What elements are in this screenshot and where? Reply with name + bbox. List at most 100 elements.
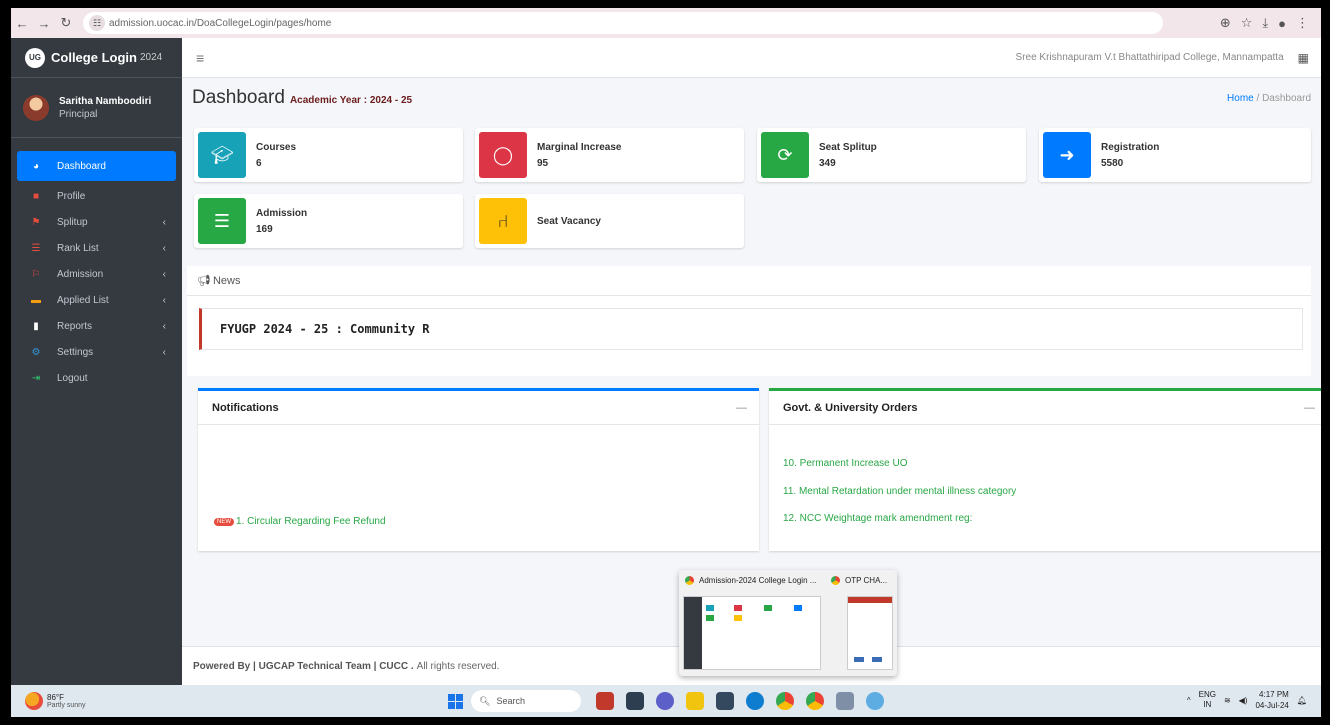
windows-start-icon[interactable] [448, 694, 463, 709]
brand[interactable]: UG College Login 2024 [11, 38, 182, 78]
sidebar-item-label: Logout [57, 372, 88, 384]
weather-desc: Partly sunny [47, 702, 86, 709]
order-link[interactable]: 11. Mental Retardation under mental illn… [783, 486, 1016, 497]
sidebar-item-label: Rank List [57, 242, 99, 254]
chrome-icon[interactable] [806, 692, 824, 710]
collapse-icon[interactable]: — [1304, 402, 1315, 414]
chat-icon[interactable] [656, 692, 674, 710]
sidebar-item-label: Applied List [57, 294, 109, 306]
sidebar-item-reports[interactable]: ▮ Reports ‹ [17, 313, 176, 339]
circle-notch-icon: ◯ [479, 132, 527, 178]
sidebar-item-splitup[interactable]: ⚑ Splitup ‹ [17, 209, 176, 235]
taskbar: 86°F Partly sunny 🔍︎ Search ^ ENG IN ≋ ◀… [11, 685, 1321, 717]
sidebar-item-label: Dashboard [57, 160, 106, 172]
preview-tab-2[interactable]: OTP CHA... [831, 576, 887, 585]
page-title: Dashboard [192, 87, 285, 108]
clock-time: 4:17 PM [1259, 690, 1289, 699]
sidebar-item-admission[interactable]: ⚐ Admission ‹ [17, 261, 176, 287]
dashboard-icon: ◕ [32, 160, 40, 172]
weather-temp: 86°F [47, 693, 64, 702]
taskbar-apps [596, 692, 884, 710]
wifi-icon[interactable]: ≋ [1224, 696, 1231, 705]
gear-icon: ⚙ [31, 346, 41, 358]
box-label: Courses [256, 141, 297, 153]
preview-tab-1[interactable]: Admission-2024 College Login ... [685, 576, 816, 585]
profile-icon[interactable]: ● [1278, 16, 1286, 31]
file-icon: ▮ [33, 320, 39, 332]
box-value: 6 [256, 157, 262, 169]
news-ticker[interactable]: FYUGP 2024 - 25 : Community R [199, 308, 1303, 350]
clock[interactable]: 4:17 PM 04-Jul-24 [1255, 689, 1288, 711]
info-box-seat-splitup[interactable]: ⟳ Seat Splitup 349 [757, 128, 1026, 182]
card-title: Notifications [212, 401, 279, 414]
preview-thumbnail[interactable] [683, 596, 821, 670]
hamburger-menu-icon[interactable]: ≡ [196, 50, 204, 66]
box-value: 95 [537, 157, 549, 169]
app-icon[interactable] [836, 692, 854, 710]
download-icon[interactable]: ⤓ [1262, 15, 1268, 31]
volume-icon[interactable]: ◀) [1239, 696, 1248, 705]
chrome-icon [831, 576, 840, 585]
order-link[interactable]: 10. Permanent Increase UO [783, 458, 908, 469]
url-text: admission.uocac.in/DoaCollegeLogin/pages… [109, 17, 332, 29]
browser-menu-icon[interactable]: ⋮ [1296, 15, 1309, 31]
taskbar-search[interactable]: 🔍︎ Search [471, 690, 581, 712]
file-explorer-icon[interactable] [686, 692, 704, 710]
screen: ← → ↻ ☷ admission.uocac.in/DoaCollegeLog… [11, 8, 1321, 717]
order-link[interactable]: 12. NCC Weightage mark amendment reg: [783, 513, 972, 524]
new-badge: NEW [214, 517, 234, 526]
sidebar-item-dashboard[interactable]: ◕ Dashboard [17, 151, 176, 181]
address-bar[interactable]: ☷ admission.uocac.in/DoaCollegeLogin/pag… [83, 12, 1163, 34]
info-box-marginal-increase[interactable]: ◯ Marginal Increase 95 [475, 128, 744, 182]
forward-icon[interactable]: → [33, 12, 55, 34]
sidebar: UG College Login 2024 Saritha Namboodiri… [11, 38, 182, 685]
preview-tab-title: OTP CHA... [845, 576, 888, 585]
sidebar-item-settings[interactable]: ⚙ Settings ‹ [17, 339, 176, 365]
brand-logo: UG [25, 47, 45, 68]
footer-rights: All rights reserved. [416, 660, 500, 672]
edge-icon[interactable] [746, 692, 764, 710]
app-icon[interactable] [596, 692, 614, 710]
collapse-icon[interactable]: — [736, 402, 747, 414]
site-info-icon[interactable]: ☷ [89, 15, 105, 31]
info-box-registration[interactable]: ➜ Registration 5580 [1039, 128, 1311, 182]
brand-year: 2024 [139, 52, 163, 63]
language-indicator[interactable]: ENG IN [1199, 690, 1216, 710]
app-icon[interactable] [866, 692, 884, 710]
sidebar-item-profile[interactable]: ■ Profile [17, 183, 176, 209]
task-view-icon[interactable] [626, 692, 644, 710]
bookmark-star-icon[interactable]: ☆ [1241, 15, 1253, 31]
reload-icon[interactable]: ↻ [55, 12, 77, 34]
chevron-left-icon: ‹ [162, 320, 166, 332]
back-icon[interactable]: ← [11, 12, 33, 34]
apps-grid-icon[interactable]: ▦ [1298, 51, 1309, 65]
chrome-icon[interactable] [776, 692, 794, 710]
user-name[interactable]: Saritha Namboodiri [59, 96, 151, 107]
flag-icon: ⚐ [31, 268, 41, 280]
tray-chevron-icon[interactable]: ^ [1187, 696, 1191, 705]
sidebar-item-label: Splitup [57, 216, 88, 228]
profile-icon: ■ [32, 190, 40, 202]
info-box-seat-vacancy[interactable]: ⑁ Seat Vacancy [475, 194, 744, 248]
sidebar-item-applied-list[interactable]: ▬ Applied List ‹ [17, 287, 176, 313]
weather-widget[interactable]: 86°F Partly sunny [25, 692, 86, 710]
preview-thumbnail[interactable] [847, 596, 893, 670]
info-box-courses[interactable]: 🎓︎ Courses 6 [194, 128, 463, 182]
academic-year: Academic Year : 2024 - 25 [289, 95, 413, 106]
brand-title: College Login [51, 50, 137, 65]
browser-toolbar: ← → ↻ ☷ admission.uocac.in/DoaCollegeLog… [11, 8, 1321, 38]
main-content: Dashboard Academic Year : 2024 - 25 Home… [182, 78, 1321, 551]
store-icon[interactable] [716, 692, 734, 710]
breadcrumb-home[interactable]: Home [1227, 93, 1254, 104]
sidebar-item-logout[interactable]: ⇥ Logout [17, 365, 176, 391]
notification-link[interactable]: NEW 1. Circular Regarding Fee Refund [214, 516, 386, 527]
translate-icon[interactable]: ⊕ [1220, 15, 1231, 31]
chair-icon: ⑁ [479, 198, 527, 244]
card-title: Govt. & University Orders [783, 401, 918, 414]
graduation-cap-icon: 🎓︎ [198, 132, 246, 178]
box-value: 169 [256, 223, 273, 235]
info-box-admission[interactable]: ☰ Admission 169 [194, 194, 463, 248]
sidebar-item-rank-list[interactable]: ☰ Rank List ‹ [17, 235, 176, 261]
notification-bell-icon[interactable]: 🔔︎ [1297, 696, 1307, 705]
news-heading: News [212, 274, 241, 287]
